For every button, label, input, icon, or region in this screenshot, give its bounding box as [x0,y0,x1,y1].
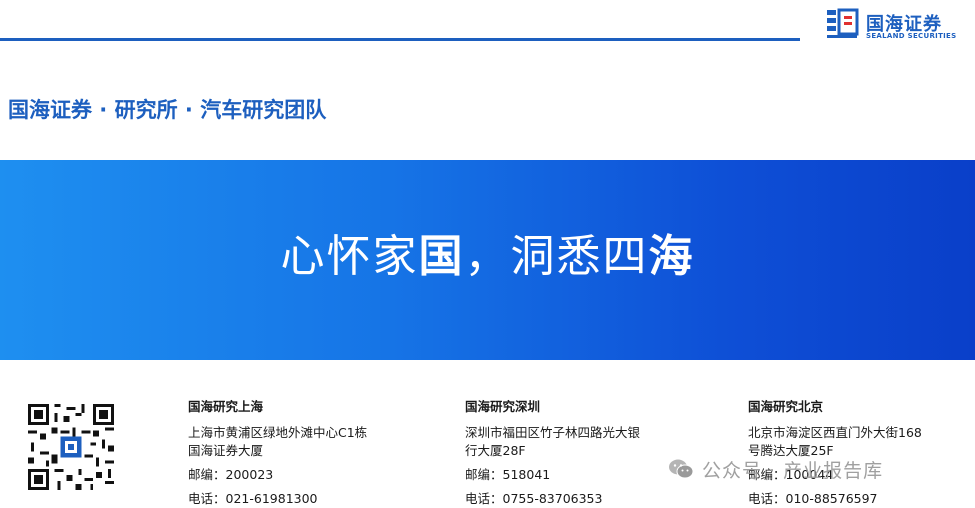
sealand-logo-icon [827,8,859,38]
office-postcode: 邮编：200023 [188,466,367,484]
logo-text-en: SEALAND SECURITIES [866,32,957,40]
slogan-part-2: 国 [418,231,465,282]
office-address-line-1: 深圳市福田区竹子林四路光大银 [465,425,641,440]
postcode-label: 邮编： [188,467,226,482]
postcode-value: 518041 [502,467,551,482]
office-name: 国海研究深圳 [465,399,541,414]
office-phone: 电话：021-61981300 [188,490,367,508]
phone-label: 电话： [465,491,503,506]
office-address-line-2: 行大厦28F [465,443,526,458]
watermark-text: 公众号 · 产业报告库 [702,460,884,482]
qr-code-icon [28,404,114,490]
slogan: 心怀家国，洞悉四海 [0,220,975,284]
office-address-line-2: 国海证券大厦 [188,443,264,458]
slogan-part-3: ，洞悉四 [464,231,649,282]
wechat-icon [669,459,694,479]
postcode-label: 邮编： [465,467,503,482]
office-beijing: 国海研究北京 北京市海淀区西直门外大街168 号腾达大厦25F 邮编：10004… [748,398,922,508]
header-rule [0,38,800,41]
phone-label: 电话： [188,491,226,506]
phone-value: 010-88576597 [785,491,878,506]
office-address-line-1: 上海市黄浦区绿地外滩中心C1栋 [188,425,368,440]
office-shenzhen: 国海研究深圳 深圳市福田区竹子林四路光大银 行大厦28F 邮编：518041 电… [465,398,640,508]
phone-label: 电话： [748,491,786,506]
office-address-line-1: 北京市海淀区西直门外大街168 [748,425,922,440]
slogan-part-1: 心怀家 [280,231,419,282]
office-shanghai: 国海研究上海 上海市黄浦区绿地外滩中心C1栋 国海证券大厦 邮编：200023 … [188,398,367,508]
slogan-banner: 心怀家国，洞悉四海 [0,160,975,360]
office-phone: 电话：010-88576597 [748,490,922,508]
office-phone: 电话：0755-83706353 [465,490,640,508]
postcode-value: 200023 [225,467,274,482]
company-logo: 国海证券 SEALAND SECURITIES [826,6,966,46]
phone-value: 0755-83706353 [502,491,603,506]
phone-value: 021-61981300 [225,491,318,506]
office-name: 国海研究北京 [748,399,824,414]
slogan-part-4: 海 [648,231,695,282]
office-postcode: 邮编：518041 [465,466,640,484]
office-name: 国海研究上海 [188,399,264,414]
team-heading: 国海证券 · 研究所 · 汽车研究团队 [8,98,327,122]
